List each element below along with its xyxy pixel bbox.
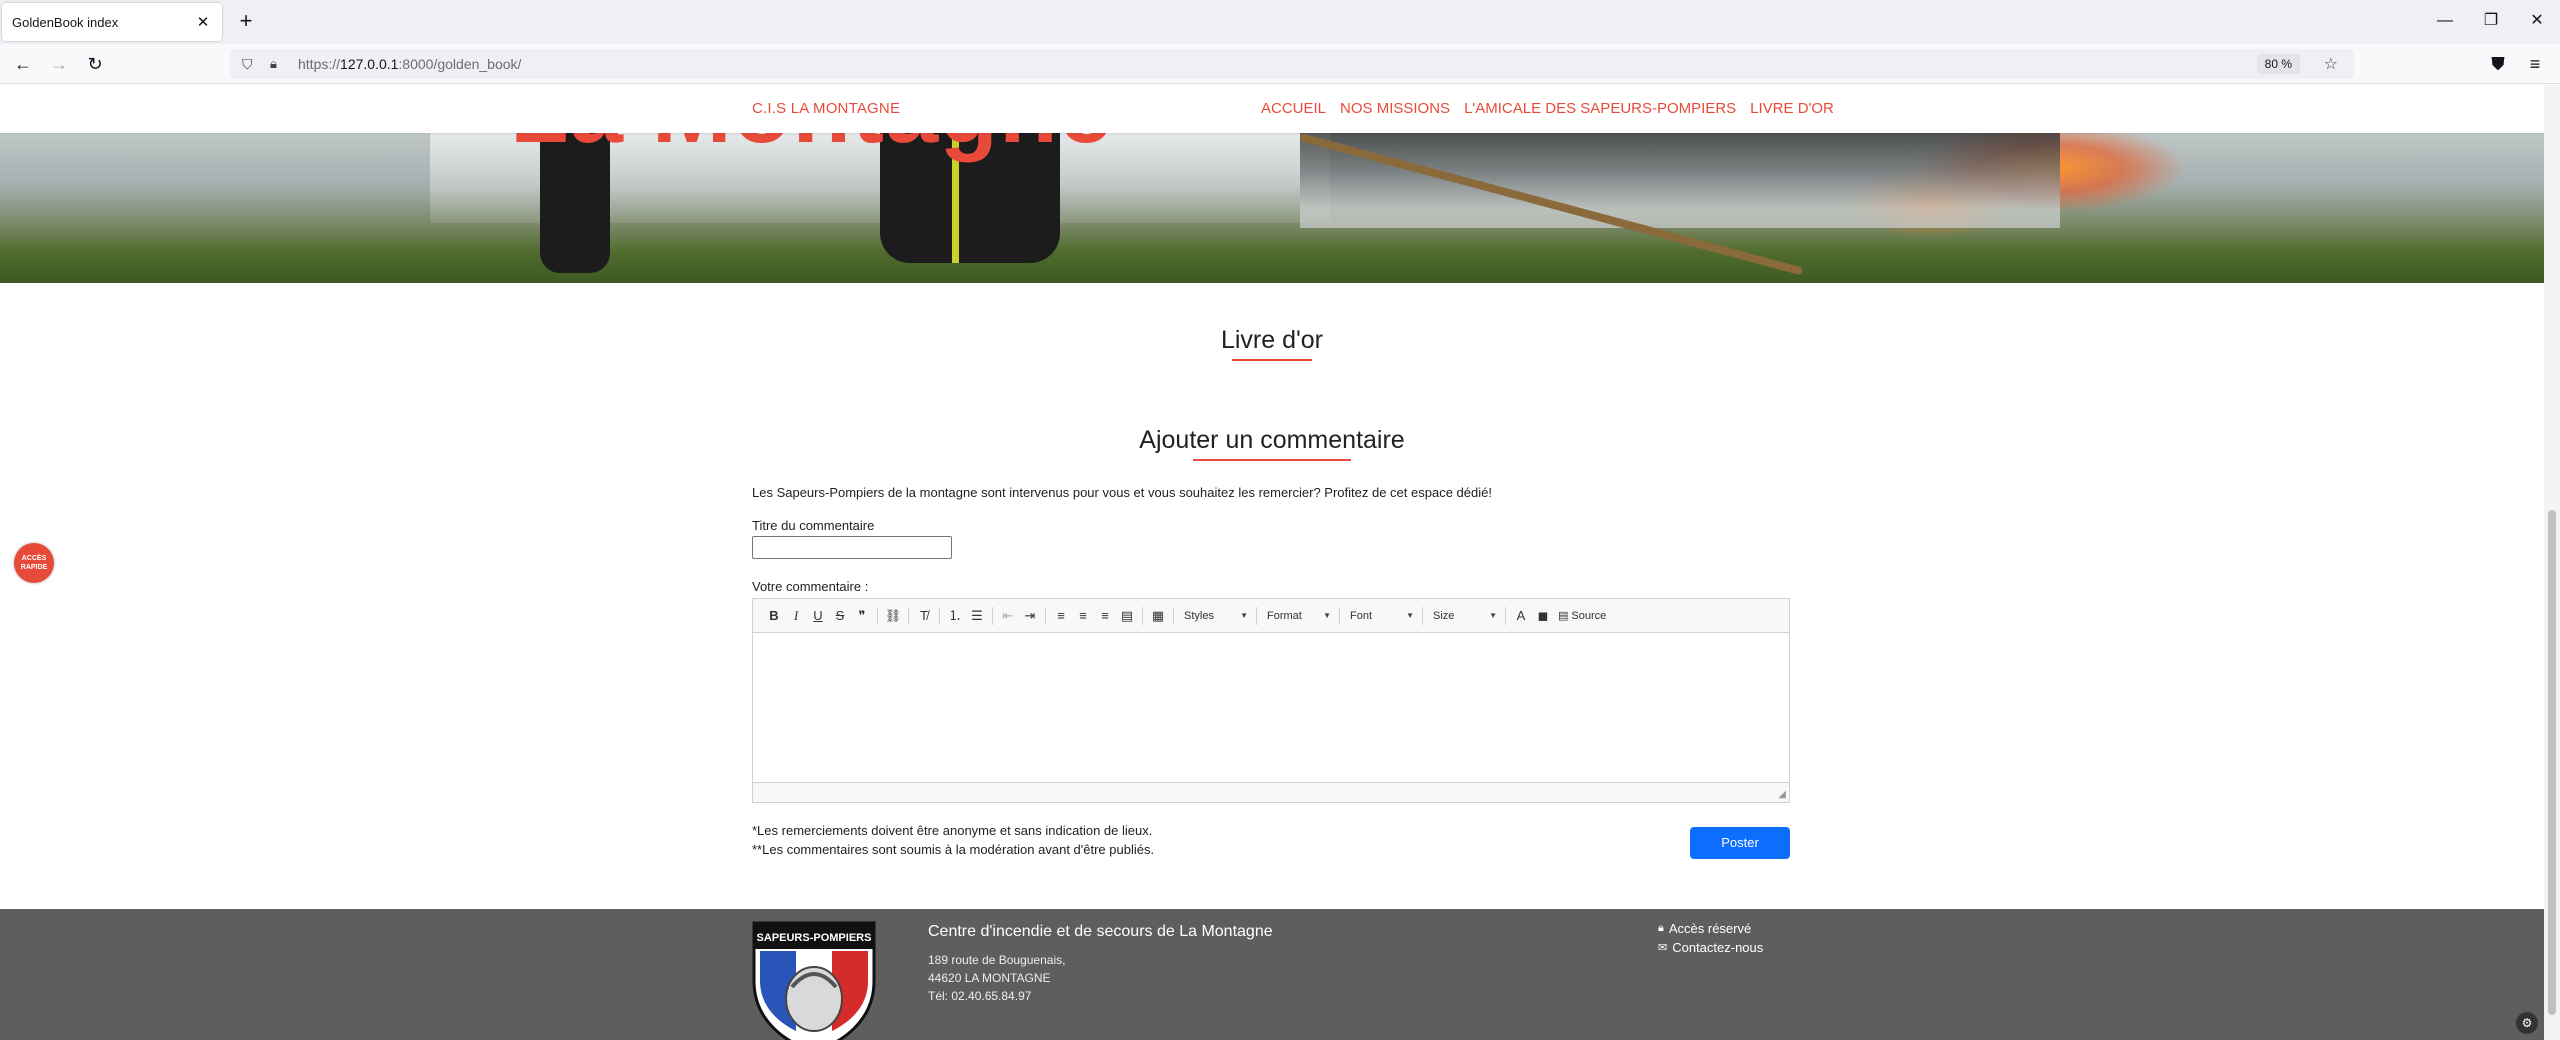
link-icon[interactable]: ⛓	[882, 605, 904, 627]
resize-grip-icon[interactable]: ◢	[1778, 789, 1786, 800]
italic-button[interactable]: I	[785, 605, 807, 627]
blockquote-icon[interactable]: ❞	[851, 605, 873, 627]
bold-button[interactable]: B	[763, 605, 785, 627]
align-right-icon[interactable]: ≡	[1094, 605, 1116, 627]
intro-text: Les Sapeurs-Pompiers de la montagne sont…	[752, 485, 1492, 500]
note-anonymous: *Les remerciements doivent être anonyme …	[752, 823, 1153, 838]
editor-toolbar: B I U S ❞ ⛓ T̸ ⒈ ☰ ⇤ ⇥ ≡ ≡ ≡ ▤ ▦ Styles ▼…	[753, 599, 1789, 633]
source-button[interactable]: ▤ Source	[1554, 605, 1610, 627]
page-title: Livre d'or	[0, 326, 2544, 361]
pocket-icon[interactable]: ⛊	[2486, 52, 2510, 76]
debug-toolbar-icon[interactable]: ⚙	[2516, 1012, 2538, 1034]
title-label: Titre du commentaire	[752, 518, 875, 533]
svg-text:SAPEURS-POMPIERS: SAPEURS-POMPIERS	[757, 932, 872, 944]
scrollbar-thumb[interactable]	[2548, 510, 2556, 1015]
envelope-icon: ✉	[1658, 942, 1668, 954]
text-color-icon[interactable]: A	[1510, 605, 1532, 627]
restore-icon[interactable]: ❐	[2476, 8, 2506, 34]
menu-item-accueil[interactable]: ACCUEIL	[1261, 100, 1326, 117]
hero-burning-car	[1300, 133, 2060, 228]
lock-icon[interactable]: 🔒︎	[270, 56, 286, 72]
menu-item-livre-dor[interactable]: LIVRE D'OR	[1750, 100, 1834, 117]
center-address: 189 route de Bouguenais, 44620 LA MONTAG…	[928, 953, 1066, 1003]
notes: *Les remerciements doivent être anonyme …	[752, 821, 1154, 859]
forward-icon[interactable]: →	[47, 52, 71, 76]
numbered-list-icon[interactable]: ⒈	[944, 605, 966, 627]
zoom-indicator[interactable]: 80 %	[2256, 54, 2300, 74]
hero-banner: La Montagne	[0, 133, 2544, 283]
tab-close-icon[interactable]: ✕	[194, 13, 212, 31]
reload-icon[interactable]: ↻	[83, 52, 107, 76]
url-text[interactable]: https://127.0.0.1:8000/golden_book/	[298, 56, 521, 72]
table-icon[interactable]: ▦	[1147, 605, 1169, 627]
contact-link[interactable]: ✉ Contactez-nous	[1658, 940, 1763, 955]
site-footer: SAPEURS-POMPIERS Centre d'incendie et de…	[0, 909, 2544, 1040]
shield-icon[interactable]: ⛉	[242, 56, 260, 73]
editor-content-area[interactable]	[753, 633, 1789, 793]
format-dropdown[interactable]: Format ▼	[1261, 605, 1335, 627]
hero-title: La Montagne	[510, 133, 1113, 165]
background-color-icon[interactable]: ◼	[1532, 605, 1554, 627]
sapeurs-pompiers-badge: SAPEURS-POMPIERS	[752, 921, 876, 1040]
poster-button[interactable]: Poster	[1690, 827, 1790, 859]
site-brand[interactable]: C.I.S LA MONTAGNE	[752, 100, 900, 117]
lock-icon: 🔒︎	[1658, 922, 1664, 934]
back-icon[interactable]: ←	[11, 52, 35, 76]
page-scrollbar[interactable]	[2544, 85, 2560, 1040]
web-page: C.I.S LA MONTAGNE ACCUEIL NOS MISSIONS L…	[0, 85, 2544, 1040]
new-tab-icon[interactable]: +	[234, 10, 258, 34]
outdent-icon[interactable]: ⇤	[997, 605, 1019, 627]
align-center-icon[interactable]: ≡	[1072, 605, 1094, 627]
title-input[interactable]	[752, 536, 952, 559]
size-dropdown[interactable]: Size ▼	[1427, 605, 1501, 627]
strike-button[interactable]: S	[829, 605, 851, 627]
quick-access-button[interactable]: ACCÈS RAPIDE	[14, 543, 54, 583]
source-icon: ▤	[1558, 609, 1569, 622]
site-navbar: C.I.S LA MONTAGNE ACCUEIL NOS MISSIONS L…	[0, 85, 2544, 133]
indent-icon[interactable]: ⇥	[1019, 605, 1041, 627]
section-title: Ajouter un commentaire	[0, 426, 2544, 461]
styles-dropdown[interactable]: Styles ▼	[1178, 605, 1252, 627]
bulleted-list-icon[interactable]: ☰	[966, 605, 988, 627]
rich-text-editor: B I U S ❞ ⛓ T̸ ⒈ ☰ ⇤ ⇥ ≡ ≡ ≡ ▤ ▦ Styles ▼…	[752, 598, 1790, 803]
url-bar[interactable]: ⛉ 🔒︎ https://127.0.0.1:8000/golden_book/…	[230, 49, 2354, 79]
font-dropdown[interactable]: Font ▼	[1344, 605, 1418, 627]
center-name: Centre d'incendie et de secours de La Mo…	[928, 923, 1273, 940]
browser-nav-bar: ← → ↻ ⛉ 🔒︎ https://127.0.0.1:8000/golden…	[0, 44, 2560, 84]
comment-label: Votre commentaire :	[752, 579, 869, 594]
align-left-icon[interactable]: ≡	[1050, 605, 1072, 627]
underline-button[interactable]: U	[807, 605, 829, 627]
browser-tab[interactable]: GoldenBook index ✕	[2, 3, 222, 41]
menu-item-amicale[interactable]: L'AMICALE DES SAPEURS-POMPIERS	[1464, 100, 1736, 117]
editor-footer: ◢	[753, 782, 1789, 802]
browser-tab-bar: GoldenBook index ✕ + — ❐ ✕	[0, 0, 2560, 44]
note-moderation: **Les commentaires sont soumis à la modé…	[752, 842, 1155, 857]
remove-format-icon[interactable]: T̸	[913, 605, 935, 627]
menu-item-missions[interactable]: NOS MISSIONS	[1340, 100, 1450, 117]
bookmark-star-icon[interactable]: ☆	[2324, 54, 2338, 74]
minimize-icon[interactable]: —	[2430, 8, 2460, 34]
tab-title: GoldenBook index	[12, 14, 119, 30]
justify-icon[interactable]: ▤	[1116, 605, 1138, 627]
menu-icon[interactable]: ≡	[2523, 52, 2547, 76]
window-close-icon[interactable]: ✕	[2522, 8, 2552, 34]
reserved-access-link[interactable]: 🔒︎ Accès réservé	[1658, 921, 1751, 936]
site-menu: ACCUEIL NOS MISSIONS L'AMICALE DES SAPEU…	[1261, 100, 1834, 117]
